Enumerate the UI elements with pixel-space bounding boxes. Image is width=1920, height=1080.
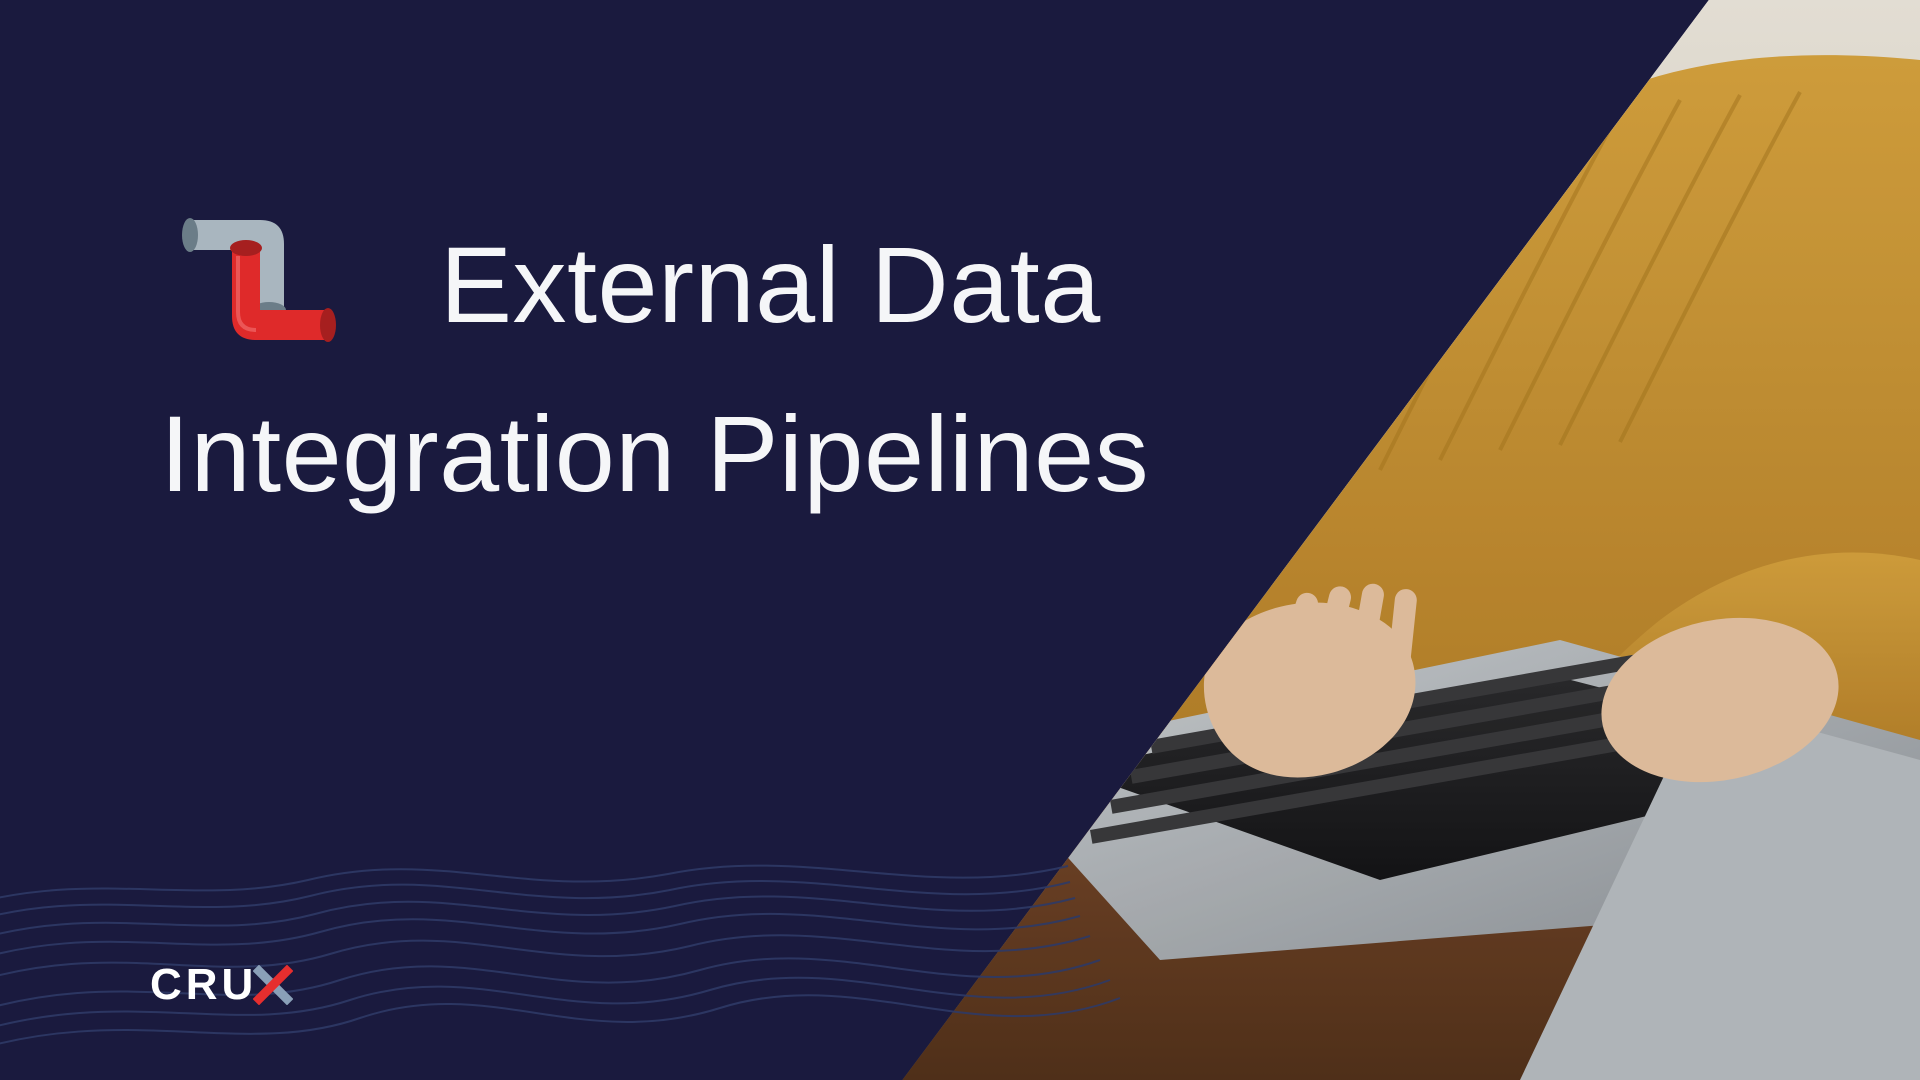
title-line-2: Integration Pipelines	[160, 370, 1320, 537]
title-line-1: External Data	[440, 201, 1101, 368]
crux-logo: CRU	[150, 960, 293, 1010]
logo-x-icon	[253, 965, 293, 1005]
slide-stage: External Data Integration Pipelines CRU	[0, 0, 1920, 1080]
slide-title: External Data Integration Pipelines	[160, 200, 1320, 537]
logo-text-prefix: CRU	[150, 960, 257, 1010]
hero-photo	[0, 0, 1920, 1080]
hero-photo-svg	[0, 0, 1920, 1080]
pipes-icon	[160, 200, 360, 370]
